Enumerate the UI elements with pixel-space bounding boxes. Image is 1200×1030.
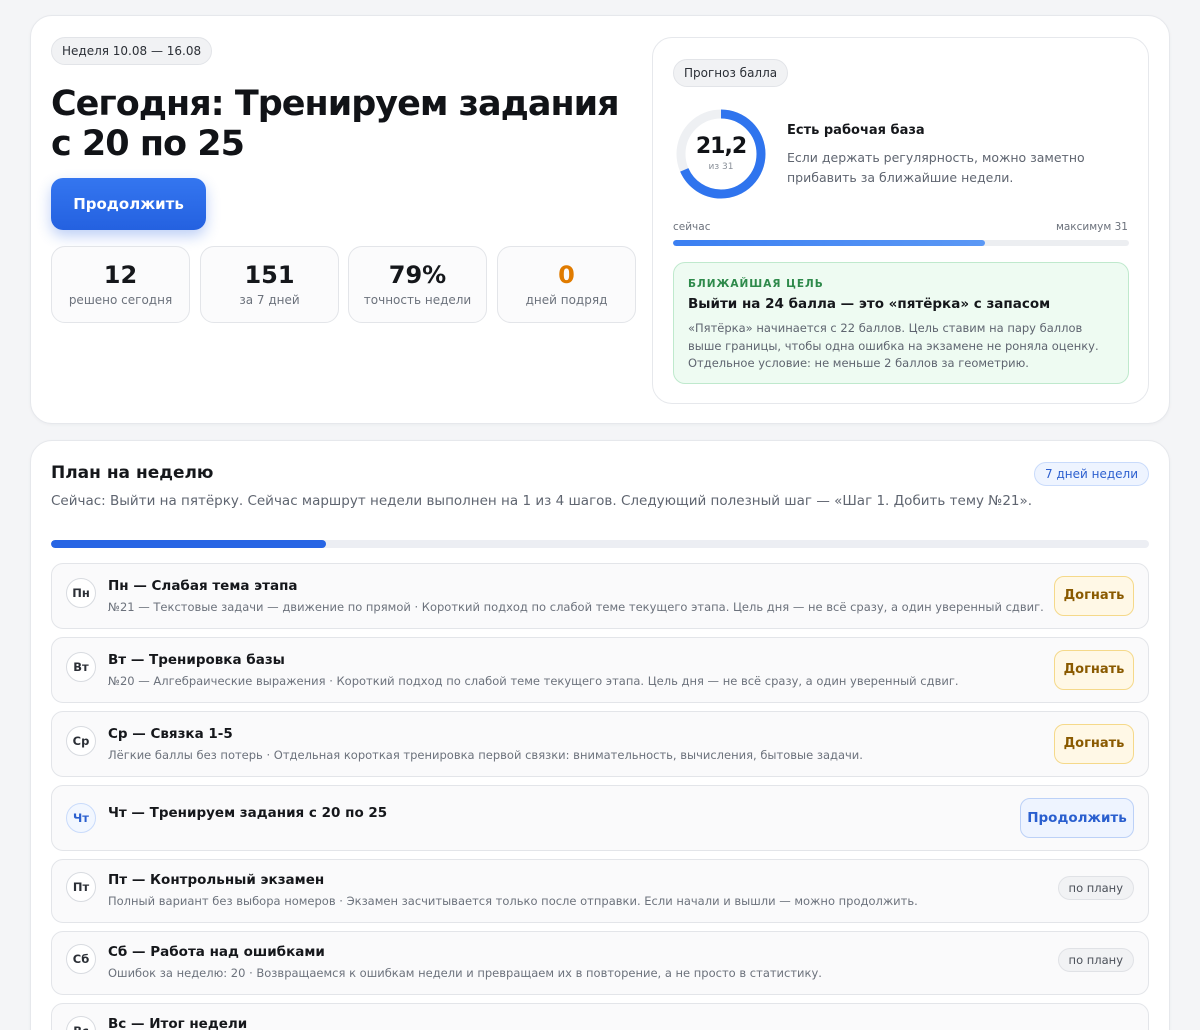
day-badge: Вт	[66, 652, 96, 682]
plan-subtitle: Сейчас: Выйти на пятёрку. Сейчас маршрут…	[51, 493, 1033, 509]
catch-up-button[interactable]: Догнать	[1054, 724, 1134, 764]
stat-week-accuracy: 79% точность недели	[348, 246, 487, 323]
now-label: сейчас	[673, 221, 711, 233]
week-range-pill: Неделя 10.08 — 16.08	[51, 37, 213, 65]
stat-label: точность недели	[363, 293, 472, 307]
planned-status-badge: по плану	[1057, 948, 1134, 972]
day-badge: Пт	[66, 872, 96, 902]
forecast-pill: Прогноз балла	[673, 59, 789, 87]
row-description: Полный вариант без выбора номеров · Экза…	[108, 894, 918, 908]
score-forecast-panel: Прогноз балла 21,2 из 31 Есть рабочая ба…	[652, 37, 1149, 404]
plan-row-thursday: Чт Чт — Тренируем задания с 20 по 25 Про…	[51, 785, 1149, 851]
gauge-max: из 31	[708, 162, 734, 172]
page-title: Сегодня: Тренируем задания с 20 по 25	[51, 84, 620, 164]
stat-label: дней подряд	[525, 293, 608, 307]
row-description: №21 — Текстовые задачи — движение по пря…	[108, 600, 1044, 614]
stat-streak: 0 дней подряд	[497, 246, 636, 323]
plan-row-tuesday: Вт Вт — Тренировка базы №20 — Алгебраиче…	[51, 637, 1149, 703]
stat-value: 0	[558, 261, 575, 289]
plan-title: План на неделю	[51, 463, 214, 483]
day-badge: Пн	[66, 578, 96, 608]
row-title: Пт — Контрольный экзамен	[108, 872, 325, 888]
row-title: Ср — Связка 1-5	[108, 726, 233, 742]
row-title: Пн — Слабая тема этапа	[108, 578, 298, 594]
plan-row-saturday: Сб Сб — Работа над ошибками Ошибок за не…	[51, 931, 1149, 995]
gauge-score: 21,2	[695, 134, 747, 159]
continue-day-button[interactable]: Продолжить	[1020, 798, 1134, 838]
row-title: Чт — Тренируем задания с 20 по 25	[108, 805, 388, 821]
stat-value: 151	[244, 261, 295, 289]
catch-up-button[interactable]: Догнать	[1054, 650, 1134, 690]
stat-solved-today: 12 решено сегодня	[51, 246, 190, 323]
hero-card: Неделя 10.08 — 16.08 Сегодня: Тренируем …	[30, 15, 1170, 424]
row-description: Ошибок за неделю: 20 · Возвращаемся к ош…	[108, 966, 822, 980]
day-badge: Чт	[66, 803, 96, 833]
goal-kicker: БЛИЖАЙШАЯ ЦЕЛЬ	[688, 278, 824, 290]
forecast-status-title: Есть рабочая база	[787, 123, 925, 138]
max-label: максимум 31	[1055, 221, 1128, 233]
day-badge: Вс	[66, 1016, 96, 1030]
nearest-goal-box: БЛИЖАЙШАЯ ЦЕЛЬ Выйти на 24 балла — это «…	[673, 262, 1129, 384]
plan-row-monday: Пн Пн — Слабая тема этапа №21 — Текстовы…	[51, 563, 1149, 629]
days-pill: 7 дней недели	[1034, 462, 1149, 486]
row-title: Вт — Тренировка базы	[108, 652, 285, 668]
row-title: Сб — Работа над ошибками	[108, 944, 325, 960]
row-title: Вс — Итог недели	[108, 1016, 248, 1030]
plan-row-wednesday: Ср Ср — Связка 1-5 Лёгкие баллы без поте…	[51, 711, 1149, 777]
day-badge: Сб	[66, 944, 96, 974]
stat-value: 79%	[388, 261, 447, 289]
goal-title: Выйти на 24 балла — это «пятёрка» с запа…	[688, 296, 1051, 312]
stat-label: за 7 дней	[239, 293, 300, 307]
plan-row-friday: Пт Пт — Контрольный экзамен Полный вариа…	[51, 859, 1149, 923]
forecast-status-desc: Если держать регулярность, можно заметно…	[787, 150, 1085, 185]
plan-row-sunday: Вс Вс — Итог недели	[51, 1003, 1149, 1030]
stat-label: решено сегодня	[68, 293, 173, 307]
continue-button[interactable]: Продолжить	[51, 178, 206, 230]
row-description: Лёгкие баллы без потерь · Отдельная коро…	[108, 748, 863, 762]
row-description: №20 — Алгебраические выражения · Коротки…	[108, 674, 959, 688]
score-progress-bar	[673, 240, 1129, 246]
plan-progress-fill	[51, 540, 326, 548]
goal-description: «Пятёрка» начинается с 22 баллов. Цель с…	[688, 321, 1099, 370]
day-badge: Ср	[66, 726, 96, 756]
stat-value: 12	[103, 261, 138, 289]
plan-progress-bar	[51, 540, 1149, 548]
catch-up-button[interactable]: Догнать	[1054, 576, 1134, 616]
score-progress-fill	[673, 240, 985, 246]
week-plan-card: План на неделю 7 дней недели Сейчас: Вый…	[30, 440, 1170, 1030]
planned-status-badge: по плану	[1057, 876, 1134, 900]
stat-7-days: 151 за 7 дней	[200, 246, 339, 323]
